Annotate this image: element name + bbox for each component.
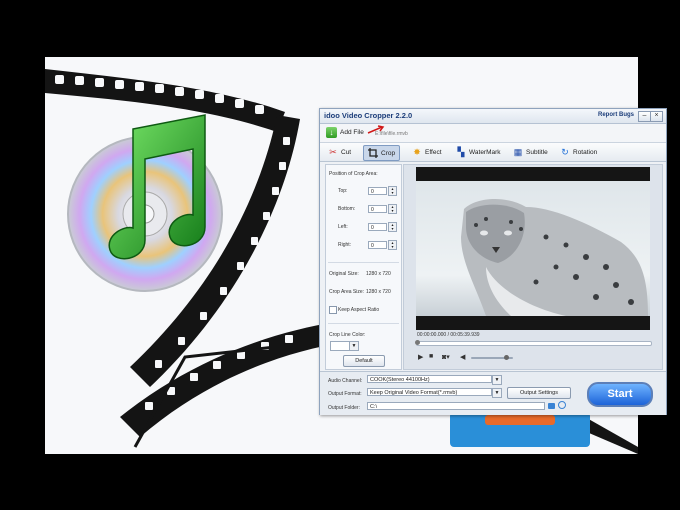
output-format-select[interactable]: Keep Original Video Format(*.rmvb) <box>367 388 492 396</box>
seek-handle[interactable] <box>415 340 420 345</box>
tab-label: Subtitle <box>526 148 548 156</box>
effect-icon: ✸ <box>413 147 421 157</box>
tab-crop[interactable]: Crop <box>363 145 401 161</box>
tab-subtitle[interactable]: ▦ Subtitle <box>509 145 552 159</box>
volume-icon[interactable]: ◀ <box>460 353 465 361</box>
crop-position-heading: Position of Crop Area: <box>329 171 378 177</box>
title-bar: idoo Video Cropper 2.2.0 Report Bugs – × <box>320 109 666 124</box>
bottom-stepper[interactable]: ▴ ▾ <box>388 204 397 214</box>
right-input[interactable]: 0 <box>368 241 387 249</box>
volume-handle[interactable] <box>503 355 509 360</box>
crop-icon <box>368 148 378 158</box>
divider <box>328 262 399 263</box>
app-window: idoo Video Cropper 2.2.0 Report Bugs – ×… <box>319 108 667 415</box>
tab-label: Crop <box>381 149 396 157</box>
audio-channel-label: Audio Channel: <box>328 378 363 384</box>
bottom-label: Bottom: <box>338 206 356 212</box>
top-stepper[interactable]: ▴ ▾ <box>388 186 397 196</box>
tab-label: WaterMark <box>469 148 501 156</box>
right-stepper[interactable]: ▴ ▾ <box>388 240 397 250</box>
play-icon[interactable]: ▶ <box>418 353 423 361</box>
keep-aspect-label: Keep Aspect Ratio <box>338 307 380 313</box>
camera-icon[interactable]: ◙▾ <box>442 353 450 361</box>
chevron-down-icon[interactable]: ▼ <box>492 375 502 385</box>
left-stepper[interactable]: ▴ ▾ <box>388 222 397 232</box>
tab-label: Cut <box>341 148 352 156</box>
tab-cut[interactable]: ✂ Cut <box>324 145 355 159</box>
tab-label: Rotation <box>573 148 598 156</box>
file-path: E:\file\file.rmvb <box>375 131 408 137</box>
keep-aspect-checkbox[interactable] <box>329 306 337 314</box>
chevron-down-icon[interactable]: ▼ <box>349 341 359 351</box>
watermark-icon: ▚ <box>457 147 465 157</box>
bottom-input[interactable]: 0 <box>368 205 387 213</box>
video-preview-panel: 00:00:00.000 / 00:05:39.939 ▶ ■ ◙▾ ◀ <box>403 164 663 370</box>
original-size-label: Original Size: <box>329 271 359 277</box>
right-label: Right: <box>338 242 352 248</box>
add-file-toolbar: ↓ Add File E:\file\file.rmvb <box>320 124 666 143</box>
add-file-label: Add File <box>340 129 364 136</box>
top-label: Top: <box>338 188 348 194</box>
output-folder-input[interactable]: C:\ <box>367 402 545 410</box>
left-input[interactable]: 0 <box>368 223 387 231</box>
folder-icon[interactable] <box>548 403 555 409</box>
tab-rotation[interactable]: ↻ Rotation <box>556 145 601 159</box>
crop-line-color-label: Crop Line Color: <box>329 332 366 338</box>
audio-channel-select[interactable]: COOK(Stereo 44100Hz) <box>367 375 492 383</box>
tab-label: Effect <box>425 148 442 156</box>
crop-area-size-value: 1280 x 720 <box>366 289 391 295</box>
add-file-icon: ↓ <box>326 127 337 138</box>
video-frame[interactable] <box>416 167 650 330</box>
scissors-icon: ✂ <box>329 147 337 157</box>
output-folder-label: Output Folder: <box>328 405 360 411</box>
tab-watermark[interactable]: ▚ WaterMark <box>452 145 505 159</box>
output-settings-button[interactable]: Output Settings <box>507 387 571 399</box>
original-size-value: 1280 x 720 <box>366 271 391 277</box>
tab-bar: ✂ Cut Crop ✸ Effect ▚ WaterMark ▦ Subtit… <box>320 143 666 162</box>
chevron-down-icon[interactable]: ▼ <box>492 388 502 398</box>
subtitle-icon: ▦ <box>513 147 523 157</box>
start-button[interactable]: Start <box>587 382 653 407</box>
report-bugs-link[interactable]: Report Bugs <box>598 112 634 118</box>
output-format-label: Output Format: <box>328 391 362 397</box>
top-input[interactable]: 0 <box>368 187 387 195</box>
default-button[interactable]: Default <box>343 355 385 367</box>
crop-area-size-label: Crop Area Size: <box>329 289 365 295</box>
add-file-button[interactable]: ↓ Add File <box>326 127 364 138</box>
volume-slider[interactable] <box>471 355 513 360</box>
window-title: idoo Video Cropper 2.2.0 <box>324 111 413 120</box>
left-label: Left: <box>338 224 348 230</box>
seek-bar[interactable] <box>415 340 652 346</box>
stop-icon[interactable]: ■ <box>429 353 433 360</box>
tab-effect[interactable]: ✸ Effect <box>408 145 446 159</box>
crop-line-color-swatch[interactable] <box>330 341 350 351</box>
divider <box>328 323 399 324</box>
rotation-icon: ↻ <box>561 147 569 157</box>
search-icon[interactable] <box>558 401 566 409</box>
time-display: 00:00:00.000 / 00:05:39.939 <box>417 332 480 338</box>
close-button[interactable]: × <box>650 111 663 122</box>
snow-leopard-frame <box>416 167 650 330</box>
crop-settings-panel: Position of Crop Area: Top: 0 ▴ ▾ Bottom:… <box>325 164 402 370</box>
